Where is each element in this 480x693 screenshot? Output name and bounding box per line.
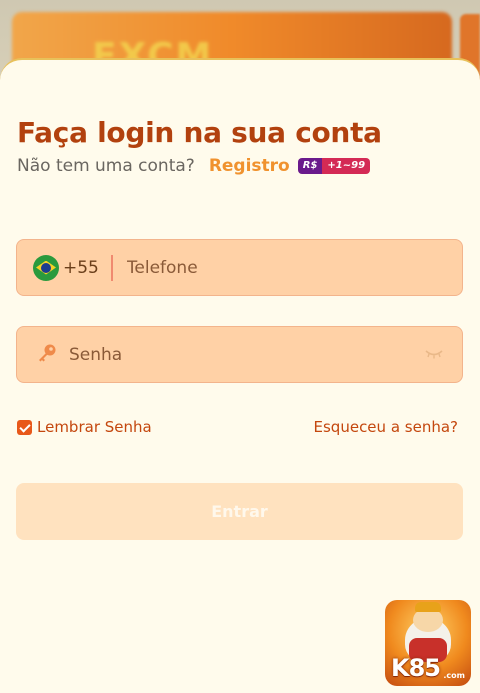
phone-input[interactable] [124,256,462,279]
login-sheet: Faça login na sua conta Não tem uma cont… [0,58,480,693]
password-input[interactable] [67,343,424,366]
no-account-text: Não tem uma conta? [17,156,195,176]
eye-closed-icon[interactable] [424,345,444,364]
page-title: Faça login na sua conta [17,116,382,149]
app-brand-text: K85 [391,654,441,682]
login-button[interactable]: Entrar [16,483,463,540]
remember-password-toggle[interactable]: Lembrar Senha [17,418,152,436]
mascot-cap [415,602,441,612]
k85-app-badge[interactable]: K85 .com [385,600,471,686]
forgot-password-link[interactable]: Esqueceu a senha? [314,418,458,436]
country-code[interactable]: +55 [63,258,99,278]
register-bonus-badge: R$ +1~99 [297,158,371,174]
bonus-amount: +1~99 [322,158,371,174]
bonus-currency: R$ [297,158,323,174]
remember-checkbox[interactable] [17,419,32,435]
phone-field[interactable]: +55 [16,239,463,296]
register-prompt: Não tem uma conta? Registro R$ +1~99 [17,156,371,176]
app-domain-text: .com [443,671,465,680]
remember-label: Lembrar Senha [37,418,152,436]
brazil-flag-icon [33,254,59,281]
register-link[interactable]: Registro [209,156,290,176]
password-field[interactable] [16,326,463,383]
key-icon [37,343,57,367]
field-divider [110,254,113,281]
